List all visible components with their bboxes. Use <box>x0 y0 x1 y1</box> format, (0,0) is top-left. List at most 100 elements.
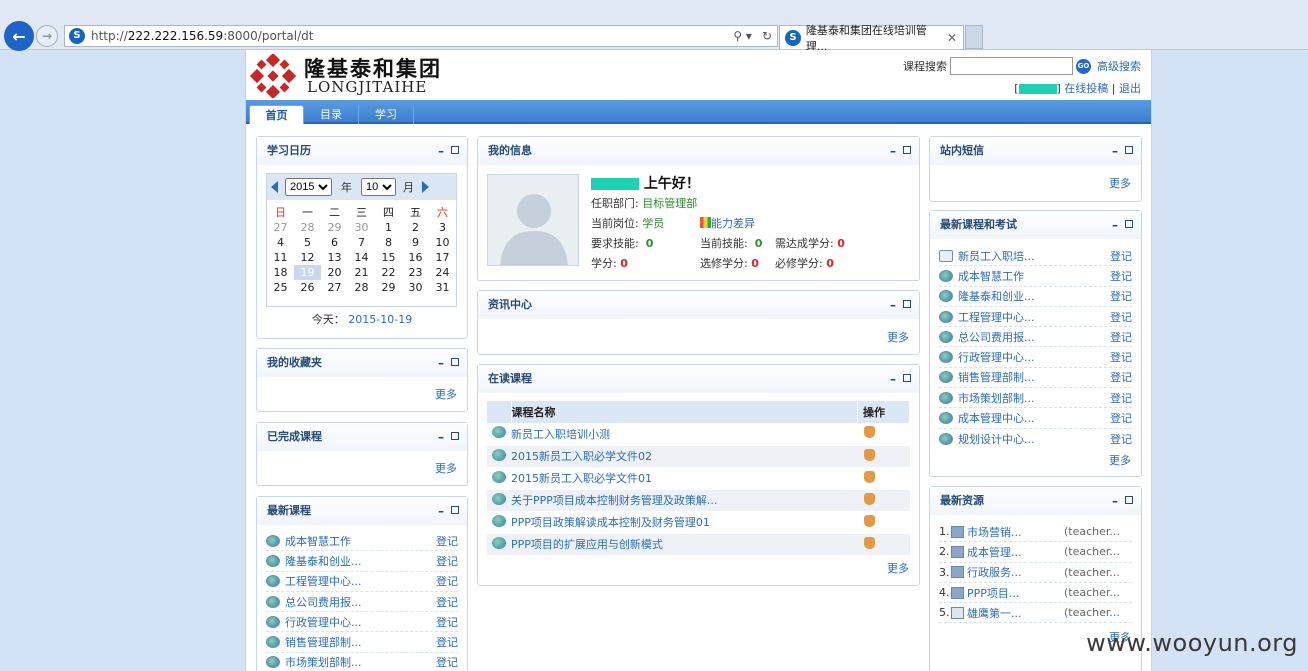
hand-pointer-icon[interactable] <box>863 470 875 483</box>
day[interactable]: 1 <box>375 220 402 235</box>
course-link[interactable]: 成本管理中心... <box>958 410 1110 426</box>
course-link[interactable]: 销售管理部制... <box>285 634 436 650</box>
hand-pointer-icon[interactable] <box>863 448 875 461</box>
today-date-link[interactable]: 2015-10-19 <box>348 313 412 326</box>
favorites-more-link[interactable]: 更多 <box>435 386 457 402</box>
register-link[interactable]: 登记 <box>436 533 458 549</box>
course-link[interactable]: 隆基泰和创业... <box>958 288 1110 304</box>
day[interactable]: 28 <box>294 220 321 235</box>
online-submit-link[interactable]: 在线投稿 <box>1064 82 1108 95</box>
course-link[interactable]: 市场策划部制... <box>958 390 1110 406</box>
refresh-icon[interactable]: ↻ <box>762 29 772 43</box>
completed-more-link[interactable]: 更多 <box>435 460 457 476</box>
portlet-controls[interactable]: – <box>1112 211 1133 239</box>
portlet-controls[interactable]: – <box>438 137 459 165</box>
course-link[interactable]: 行政管理中心... <box>285 614 436 630</box>
course-link[interactable]: 2015新员工入职必学文件01 <box>511 467 858 490</box>
register-link[interactable]: 登记 <box>1110 309 1132 325</box>
course-link[interactable]: 成本智慧工作 <box>285 533 436 549</box>
portlet-controls[interactable]: – <box>438 497 459 525</box>
course-link[interactable]: 2015新员工入职必学文件02 <box>511 445 858 468</box>
course-link[interactable]: 行政管理中心... <box>958 349 1110 365</box>
day[interactable]: 16 <box>402 250 429 265</box>
day-today[interactable]: 19 <box>294 265 321 280</box>
browser-tab[interactable]: S 隆基泰和集团在线培训管理... ✕ <box>779 24 964 53</box>
go-button[interactable]: GO <box>1076 58 1091 74</box>
day[interactable]: 27 <box>267 220 294 235</box>
resource-link[interactable]: 雄鹰第一... <box>967 605 1064 621</box>
news-more-link[interactable]: 更多 <box>887 329 909 345</box>
course-link[interactable]: 工程管理中心... <box>958 309 1110 325</box>
day[interactable]: 24 <box>429 265 456 280</box>
advanced-search-link[interactable]: 高级搜索 <box>1097 58 1141 74</box>
resource-link[interactable]: 成本管理... <box>967 544 1064 560</box>
logout-link[interactable]: 退出 <box>1119 82 1141 95</box>
address-bar[interactable]: S http://222.222.156.59:8000/portal/dt ⚲… <box>64 25 778 47</box>
ability-gap-link[interactable]: 能力差异 <box>711 217 755 230</box>
reading-more-link[interactable]: 更多 <box>887 560 909 576</box>
day[interactable]: 30 <box>402 280 429 295</box>
day[interactable]: 23 <box>402 265 429 280</box>
course-search-input[interactable] <box>950 57 1073 75</box>
day[interactable]: 29 <box>375 280 402 295</box>
course-link[interactable]: 总公司费用报... <box>958 329 1110 345</box>
day[interactable]: 15 <box>375 250 402 265</box>
day[interactable]: 13 <box>321 250 348 265</box>
day[interactable]: 9 <box>402 235 429 250</box>
day[interactable]: 4 <box>267 235 294 250</box>
course-link[interactable]: 销售管理部制... <box>958 369 1110 385</box>
portlet-controls[interactable]: – <box>1112 137 1133 165</box>
latest-exams-more-link[interactable]: 更多 <box>1109 452 1131 468</box>
day[interactable]: 5 <box>294 235 321 250</box>
day[interactable]: 20 <box>321 265 348 280</box>
day[interactable]: 31 <box>429 280 456 295</box>
day[interactable]: 2 <box>402 220 429 235</box>
new-tab-button[interactable] <box>965 25 983 49</box>
next-month-icon[interactable] <box>422 181 429 193</box>
year-select[interactable]: 2015 <box>285 178 332 196</box>
day[interactable]: 26 <box>294 280 321 295</box>
course-link[interactable]: 新员工入职培... <box>958 248 1110 264</box>
back-button[interactable]: ← <box>4 21 34 51</box>
register-link[interactable]: 登记 <box>1110 369 1132 385</box>
register-link[interactable]: 登记 <box>1110 268 1132 284</box>
menu-catalog[interactable]: 目录 <box>304 105 359 124</box>
hand-pointer-icon[interactable] <box>863 426 875 439</box>
day[interactable]: 25 <box>267 280 294 295</box>
menu-study[interactable]: 学习 <box>359 105 414 124</box>
portlet-controls[interactable]: – <box>890 291 911 319</box>
day[interactable]: 27 <box>321 280 348 295</box>
day[interactable]: 18 <box>267 265 294 280</box>
portlet-controls[interactable]: – <box>438 423 459 451</box>
register-link[interactable]: 登记 <box>436 634 458 650</box>
day[interactable]: 29 <box>321 220 348 235</box>
resource-link[interactable]: 行政服务... <box>967 564 1064 580</box>
register-link[interactable]: 登记 <box>436 614 458 630</box>
register-link[interactable]: 登记 <box>1110 349 1132 365</box>
course-link[interactable]: 关于PPP项目成本控制财务管理及政策解... <box>511 489 858 512</box>
register-link[interactable]: 登记 <box>1110 390 1132 406</box>
register-link[interactable]: 登记 <box>436 553 458 569</box>
day[interactable]: 22 <box>375 265 402 280</box>
portlet-controls[interactable]: – <box>438 349 459 377</box>
hand-pointer-icon[interactable] <box>863 514 875 527</box>
day[interactable]: 8 <box>375 235 402 250</box>
register-link[interactable]: 登记 <box>436 654 458 670</box>
day[interactable]: 12 <box>294 250 321 265</box>
course-link[interactable]: 成本智慧工作 <box>958 268 1110 284</box>
register-link[interactable]: 登记 <box>1110 431 1132 447</box>
register-link[interactable]: 登记 <box>1110 248 1132 264</box>
register-link[interactable]: 登记 <box>1110 329 1132 345</box>
messages-more-link[interactable]: 更多 <box>1109 175 1131 191</box>
course-link[interactable]: PPP项目政策解读成本控制及财务管理01 <box>511 511 858 534</box>
day[interactable]: 11 <box>267 250 294 265</box>
day[interactable]: 6 <box>321 235 348 250</box>
month-select[interactable]: 10 <box>361 178 396 196</box>
portlet-controls[interactable]: – <box>890 365 911 393</box>
day[interactable]: 10 <box>429 235 456 250</box>
hand-pointer-icon[interactable] <box>863 492 875 505</box>
resource-link[interactable]: PPP项目... <box>967 585 1064 601</box>
day[interactable]: 14 <box>348 250 375 265</box>
close-tab-icon[interactable]: ✕ <box>947 31 957 45</box>
register-link[interactable]: 登记 <box>436 573 458 589</box>
